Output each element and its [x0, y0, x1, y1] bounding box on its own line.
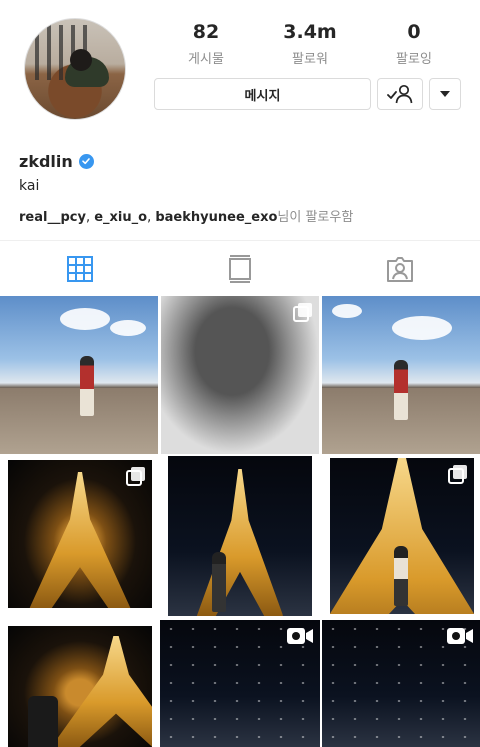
tab-grid[interactable]	[0, 241, 160, 296]
post-tile[interactable]	[0, 296, 158, 454]
field	[0, 387, 158, 454]
post-tile[interactable]	[322, 620, 480, 747]
following-button[interactable]	[377, 78, 423, 110]
followed-by-user-1[interactable]: real__pcy	[19, 210, 86, 225]
eiffel-tower	[51, 635, 152, 747]
feed-icon	[229, 254, 251, 283]
avatar-figure-head	[70, 49, 92, 71]
person-figure	[80, 356, 94, 416]
profile-avatar[interactable]	[24, 18, 126, 120]
profile-stats: 82 게시물 3.4m 팔로워 0 팔로잉	[154, 20, 466, 67]
more-options-button[interactable]	[429, 78, 461, 110]
tab-tagged[interactable]	[320, 241, 480, 296]
profile-bio: zkdlin kai real__pcy, e_xiu_o, baekhyune…	[19, 150, 469, 226]
person-figure	[212, 552, 226, 612]
post-tile[interactable]	[322, 296, 480, 454]
multiple-photos-icon	[293, 302, 313, 326]
post-tile[interactable]	[160, 620, 320, 747]
followed-by-separator-1: ,	[85, 210, 95, 225]
cloud	[110, 320, 146, 336]
stat-following-count: 0	[407, 21, 421, 43]
tagged-icon	[387, 256, 413, 282]
grid-icon	[67, 255, 93, 282]
person-figure	[394, 360, 408, 420]
followed-by-user-2[interactable]: e_xiu_o	[94, 210, 147, 225]
stat-followers[interactable]: 3.4m 팔로워	[258, 20, 362, 67]
person-figure	[28, 696, 58, 747]
stat-posts-count: 82	[192, 21, 220, 43]
profile-actions: 메시지	[154, 78, 461, 110]
cloud	[60, 308, 110, 330]
stat-followers-count: 3.4m	[283, 21, 337, 43]
video-icon	[286, 626, 314, 650]
stat-following-label: 팔로잉	[396, 52, 432, 67]
stat-following[interactable]: 0 팔로잉	[362, 20, 466, 67]
caret-down-icon	[440, 91, 450, 97]
person-figure	[394, 546, 408, 606]
followed-by-suffix: 님이 팔로우함	[277, 210, 354, 225]
username: zkdlin	[19, 151, 73, 171]
cloud	[392, 316, 452, 340]
cloud	[332, 304, 362, 318]
full-name: kai	[19, 178, 40, 194]
video-icon	[446, 626, 474, 650]
post-tile[interactable]	[8, 460, 152, 608]
stat-posts: 82 게시물	[154, 20, 258, 67]
stat-posts-label: 게시물	[188, 52, 224, 67]
profile-page: 82 게시물 3.4m 팔로워 0 팔로잉 메시지 zkdlin kai rea…	[0, 0, 480, 747]
post-tile[interactable]	[168, 456, 312, 616]
eiffel-tower	[196, 468, 284, 616]
profile-tabs	[0, 240, 480, 296]
followed-by-user-3[interactable]: baekhyunee_exo	[155, 210, 277, 225]
message-button[interactable]: 메시지	[154, 78, 371, 110]
post-tile[interactable]	[330, 458, 474, 614]
tab-feed[interactable]	[160, 241, 320, 296]
following-person-icon	[387, 84, 413, 104]
verified-badge-icon	[78, 153, 94, 169]
post-tile[interactable]	[161, 296, 319, 454]
multiple-photos-icon	[126, 466, 146, 490]
multiple-photos-icon	[448, 464, 468, 488]
post-tile[interactable]	[8, 626, 152, 747]
followed-by-text: real__pcy, e_xiu_o, baekhyunee_exo님이 팔로우…	[19, 206, 469, 225]
stat-followers-label: 팔로워	[292, 52, 328, 67]
eiffel-tower	[29, 471, 131, 608]
username-row: zkdlin	[19, 150, 469, 172]
